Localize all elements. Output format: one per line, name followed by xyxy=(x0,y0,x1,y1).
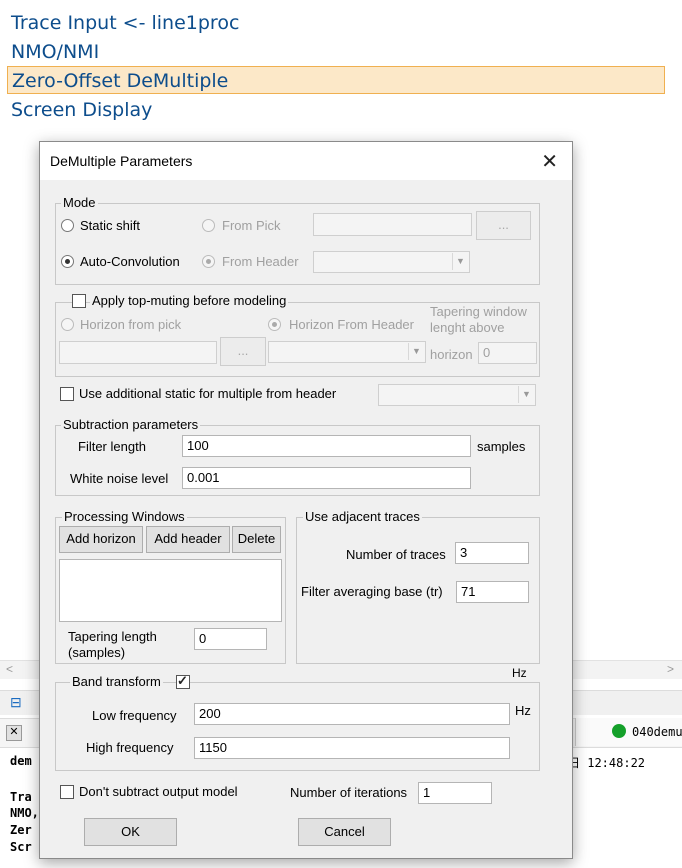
add-horizon-button[interactable]: Add horizon xyxy=(59,526,143,553)
log-line-2: NMO, xyxy=(10,806,39,820)
flow-item-nmo[interactable]: NMO/NMI xyxy=(7,38,99,66)
delete-button[interactable]: Delete xyxy=(232,526,281,553)
log-line-1: Tra xyxy=(10,790,32,804)
additional-static-combo[interactable]: ▼ xyxy=(378,384,536,406)
from-pick-radio[interactable] xyxy=(202,219,215,232)
processing-windows-list[interactable] xyxy=(59,559,282,622)
dont-subtract-label: Don't subtract output model xyxy=(79,784,238,799)
cancel-button[interactable]: Cancel xyxy=(298,818,391,846)
hz-unit-label: Hz xyxy=(515,703,531,718)
from-pick-input[interactable] xyxy=(313,213,472,236)
horizon-from-pick-radio[interactable] xyxy=(61,318,74,331)
adjacent-traces-legend: Use adjacent traces xyxy=(303,509,422,524)
horizon-from-header-label: Horizon From Header xyxy=(289,317,414,332)
low-frequency-label: Low frequency xyxy=(92,708,177,723)
horizon-from-pick-label: Horizon from pick xyxy=(80,317,182,332)
mode-legend: Mode xyxy=(61,195,98,210)
band-transform-legend: Band transform xyxy=(70,674,163,689)
flow-item-trace-input[interactable]: Trace Input <- line1proc xyxy=(7,9,239,37)
flow-item-screen-display[interactable]: Screen Display xyxy=(7,96,152,124)
horizon-header-combo[interactable]: ▼ xyxy=(268,341,426,363)
scroll-right-arrow[interactable]: > xyxy=(667,662,674,676)
tapering-length-label-1: Tapering length xyxy=(68,629,157,644)
dont-subtract-checkbox[interactable] xyxy=(60,785,74,799)
white-noise-label: White noise level xyxy=(70,471,169,486)
flow-item-zero-offset-demultiple[interactable]: Zero-Offset DeMultiple xyxy=(7,66,665,94)
tapering-window-label-1: Tapering window xyxy=(430,304,527,319)
from-header-label: From Header xyxy=(222,254,299,269)
close-icon[interactable]: ✕ xyxy=(541,149,558,174)
iterations-input[interactable]: 1 xyxy=(418,782,492,804)
samples-unit-label: samples xyxy=(477,439,526,454)
filter-averaging-label: Filter averaging base (tr) xyxy=(301,584,443,599)
auto-convolution-radio[interactable] xyxy=(61,255,74,268)
iterations-label: Number of iterations xyxy=(290,785,408,800)
number-of-traces-input[interactable]: 3 xyxy=(455,542,529,564)
low-frequency-input[interactable]: 200 xyxy=(194,703,510,725)
static-shift-radio[interactable] xyxy=(61,219,74,232)
tapering-length-label-2: (samples) xyxy=(68,645,126,660)
filter-length-input[interactable]: 100 xyxy=(182,435,471,457)
add-header-button[interactable]: Add header xyxy=(146,526,230,553)
process-name: 040demu xyxy=(632,725,682,739)
chevron-down-icon: ▼ xyxy=(518,386,534,403)
additional-static-checkbox[interactable] xyxy=(60,387,74,401)
tapering-length-input[interactable]: 0 xyxy=(194,628,267,650)
horizon-pick-browse-button[interactable]: ... xyxy=(220,337,266,366)
demultiple-dialog: DeMultiple Parameters ✕ Mode Static shif… xyxy=(39,141,573,859)
apply-top-muting-label: Apply top-muting before modeling xyxy=(90,293,289,308)
from-pick-browse-button[interactable]: ... xyxy=(476,211,531,240)
from-header-radio[interactable] xyxy=(202,255,215,268)
chevron-down-icon: ▼ xyxy=(452,253,468,270)
additional-static-label: Use additional static for multiple from … xyxy=(79,386,337,401)
scroll-left-arrow[interactable]: < xyxy=(6,662,13,676)
dialog-title: DeMultiple Parameters xyxy=(50,153,193,169)
filter-averaging-input[interactable]: 71 xyxy=(456,581,529,603)
close-icon[interactable]: ✕ xyxy=(6,725,22,741)
tapering-window-label-3: horizon xyxy=(430,347,473,362)
band-transform-checkbox[interactable] xyxy=(176,673,190,689)
chevron-down-icon: ▼ xyxy=(408,343,424,360)
panel-icon[interactable]: ⊟ xyxy=(10,694,22,711)
high-frequency-input[interactable]: 1150 xyxy=(194,737,510,759)
status-time: 日 12:48:22 xyxy=(568,756,646,770)
ok-button[interactable]: OK xyxy=(84,818,177,846)
white-noise-input[interactable]: 0.001 xyxy=(182,467,471,489)
log-line-0: dem xyxy=(10,754,32,768)
apply-top-muting-checkbox[interactable] xyxy=(72,294,86,308)
number-of-traces-label: Number of traces xyxy=(346,547,446,562)
status-green-icon xyxy=(612,724,626,738)
filter-length-label: Filter length xyxy=(78,439,146,454)
processing-windows-legend: Processing Windows xyxy=(62,509,187,524)
auto-convolution-label: Auto-Convolution xyxy=(80,254,180,269)
log-line-4: Scr xyxy=(10,840,32,854)
dialog-titlebar: DeMultiple Parameters ✕ xyxy=(40,142,572,180)
log-line-3: Zer xyxy=(10,823,32,837)
horizon-pick-input[interactable] xyxy=(59,341,217,364)
from-pick-label: From Pick xyxy=(222,218,281,233)
tapering-window-label-2: lenght above xyxy=(430,320,505,335)
from-header-combo[interactable]: ▼ xyxy=(313,251,470,273)
static-shift-label: Static shift xyxy=(80,218,140,233)
subtraction-legend: Subtraction parameters xyxy=(61,417,201,432)
high-frequency-label: High frequency xyxy=(86,740,174,755)
horizon-from-header-radio[interactable] xyxy=(268,318,281,331)
tapering-window-input[interactable]: 0 xyxy=(478,342,537,364)
hz-top-label: Hz xyxy=(512,666,527,680)
